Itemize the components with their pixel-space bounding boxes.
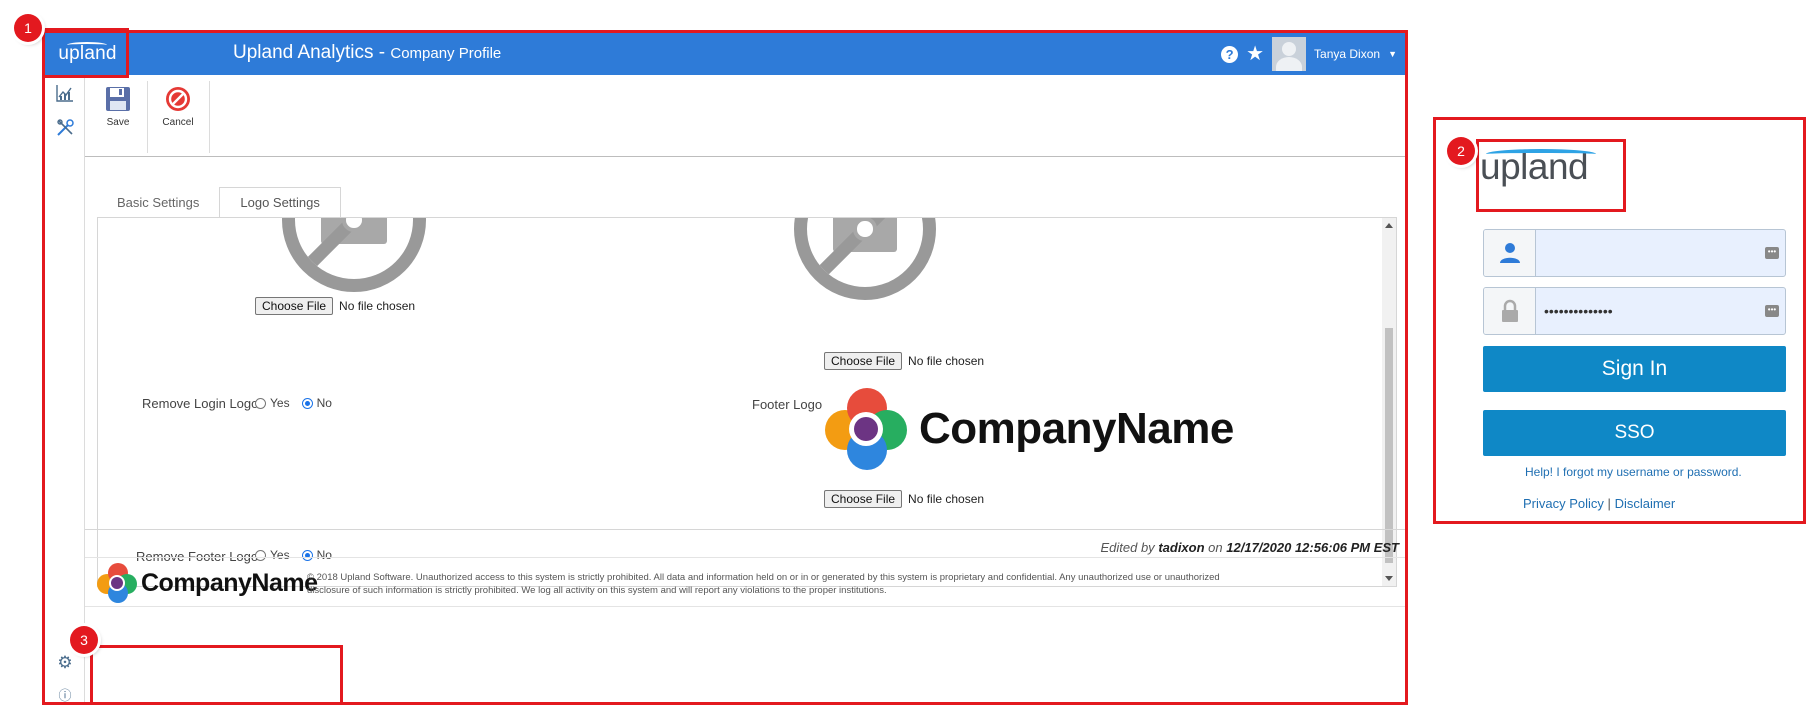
choose-file-button[interactable]: Choose File xyxy=(824,490,903,508)
choose-file-button[interactable]: Choose File xyxy=(824,352,903,370)
scroll-up-icon[interactable] xyxy=(1385,223,1393,228)
username-field[interactable]: ••• xyxy=(1483,229,1786,277)
tools-icon[interactable] xyxy=(54,117,76,139)
screenshot-stage: upland Upland Analytics - Company Profil… xyxy=(0,0,1817,720)
toolbar-divider xyxy=(209,81,210,153)
app-window: upland Upland Analytics - Company Profil… xyxy=(42,30,1408,705)
no-image-placeholder-icon xyxy=(794,218,936,300)
analytics-chart-icon[interactable] xyxy=(54,82,76,104)
sso-button[interactable]: SSO xyxy=(1483,410,1786,456)
user-icon xyxy=(1484,230,1536,276)
user-name[interactable]: Tanya Dixon xyxy=(1314,47,1380,61)
remove-login-logo-no-radio[interactable] xyxy=(301,397,313,409)
toolbar: Save Cancel xyxy=(85,75,1405,157)
file-status: No file chosen xyxy=(908,354,985,368)
callout-box-3 xyxy=(90,645,343,705)
help-icon[interactable]: ? xyxy=(1221,45,1239,63)
callout-badge-2: 2 xyxy=(1447,137,1475,165)
link-separator: | xyxy=(1607,496,1611,511)
scroll-thumb[interactable] xyxy=(1385,328,1393,563)
toolbar-divider xyxy=(147,81,148,153)
edited-prefix: Edited by xyxy=(1100,540,1155,555)
avatar-head xyxy=(1282,42,1297,56)
save-button[interactable]: Save xyxy=(89,83,147,147)
sign-in-button[interactable]: Sign In xyxy=(1483,346,1786,392)
avatar-body xyxy=(1276,57,1303,71)
company-name-text: CompanyName xyxy=(141,568,318,597)
choose-file-button[interactable]: Choose File xyxy=(255,297,334,315)
file-status: No file chosen xyxy=(908,492,985,506)
yes-label: Yes xyxy=(270,396,290,410)
camera-lens xyxy=(853,218,877,241)
app-footer: CompanyName © 2018 Upland Software. Unau… xyxy=(85,557,1405,607)
callout-box-2 xyxy=(1476,139,1626,212)
legal-links: Privacy Policy | Disclaimer xyxy=(1523,496,1675,511)
edited-middle: on xyxy=(1208,540,1223,555)
forgot-credentials-link[interactable]: Help! I forgot my username or password. xyxy=(1525,465,1742,479)
tab-basic-settings[interactable]: Basic Settings xyxy=(97,187,219,218)
footer-company-logo: CompanyName xyxy=(97,563,318,603)
header-actions: ? ★ Tanya Dixon ▼ xyxy=(1221,35,1397,73)
lock-icon xyxy=(1484,288,1536,334)
save-label: Save xyxy=(106,117,130,128)
footer-logo-label: Footer Logo xyxy=(752,397,823,412)
disclaimer-link[interactable]: Disclaimer xyxy=(1615,496,1676,511)
privacy-policy-link[interactable]: Privacy Policy xyxy=(1523,496,1604,511)
left-rail: ⚙ ⓘ xyxy=(45,75,85,703)
username-input[interactable] xyxy=(1544,240,1754,266)
no-label: No xyxy=(316,396,332,410)
favorite-star-icon[interactable]: ★ xyxy=(1246,44,1264,64)
remove-login-logo-radio-group: Yes No xyxy=(255,396,340,410)
app-header: upland Upland Analytics - Company Profil… xyxy=(45,33,1405,75)
company-logo-mark-icon xyxy=(97,563,137,603)
app-name: Upland Analytics - xyxy=(233,42,391,63)
remove-login-logo-label: Remove Login Logo xyxy=(142,396,259,411)
autofill-key-icon[interactable]: ••• xyxy=(1765,305,1779,317)
cancel-label: Cancel xyxy=(162,117,194,128)
avatar[interactable] xyxy=(1272,37,1307,71)
settings-tabs: Basic Settings Logo Settings xyxy=(97,187,341,218)
callout-box-1 xyxy=(42,28,129,78)
tab-logo-settings[interactable]: Logo Settings xyxy=(219,187,341,218)
edited-user: tadixon xyxy=(1158,540,1205,555)
callout-badge-3: 3 xyxy=(70,626,98,654)
save-icon xyxy=(106,87,130,111)
company-name-text: CompanyName xyxy=(919,404,1234,453)
autofill-key-icon[interactable]: ••• xyxy=(1765,247,1779,259)
page-subtitle: Company Profile xyxy=(390,45,502,62)
password-input[interactable] xyxy=(1544,298,1754,324)
edited-by-line: Edited by tadixon on 12/17/2020 12:56:06… xyxy=(85,529,1405,557)
edited-timestamp: 12/17/2020 12:56:06 PM EST xyxy=(1226,540,1399,555)
footer-logo-preview: CompanyName xyxy=(825,388,1234,470)
chevron-down-icon[interactable]: ▼ xyxy=(1388,49,1397,59)
callout-badge-1: 1 xyxy=(14,14,42,42)
login-logo-file-input[interactable]: Choose File No file chosen xyxy=(255,297,415,315)
page-title: Upland Analytics - Company Profile xyxy=(233,42,501,64)
info-icon[interactable]: ⓘ xyxy=(54,683,76,703)
camera-lens xyxy=(342,218,366,232)
file-status: No file chosen xyxy=(339,299,416,313)
footer-logo-file-input[interactable]: Choose File No file chosen xyxy=(824,490,984,508)
cancel-button[interactable]: Cancel xyxy=(149,83,207,147)
remove-login-logo-yes-radio[interactable] xyxy=(255,397,266,409)
logo-file-input[interactable]: Choose File No file chosen xyxy=(824,352,984,370)
footer-disclaimer: © 2018 Upland Software. Unauthorized acc… xyxy=(307,572,1220,596)
cancel-icon xyxy=(166,87,190,111)
gear-icon[interactable]: ⚙ xyxy=(54,652,76,674)
no-image-placeholder-icon xyxy=(282,218,426,292)
company-logo-mark-icon xyxy=(825,388,907,470)
password-field[interactable]: ••• xyxy=(1483,287,1786,335)
